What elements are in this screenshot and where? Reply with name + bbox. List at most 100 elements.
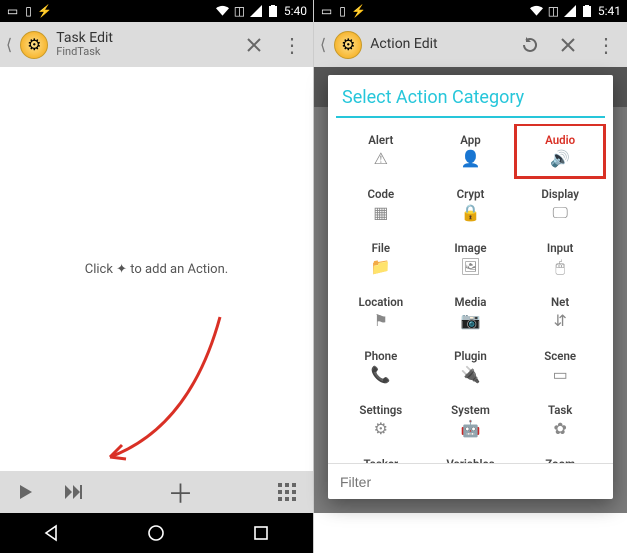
titlebar: ⟨ ⚙ Task Edit FindTask ⋮	[0, 22, 313, 67]
modal-overlay[interactable]: Select Action Category Alert⚠App👤Audio🔊C…	[314, 67, 627, 513]
category-icon: 🔊	[550, 149, 570, 168]
clock: 5:40	[284, 4, 307, 18]
category-label: File	[372, 241, 391, 255]
category-label: Image	[454, 241, 486, 255]
refresh-button[interactable]	[515, 30, 545, 60]
category-cell-location[interactable]: Location ⚑	[336, 286, 426, 340]
category-label: Code	[367, 187, 394, 201]
back-icon[interactable]: ⟨	[320, 35, 326, 54]
category-cell-plugin[interactable]: Plugin🔌	[426, 340, 516, 394]
category-label: Tasker	[364, 457, 399, 463]
play-button[interactable]	[10, 476, 42, 508]
category-icon: ⚑	[374, 311, 388, 330]
phone-right: ▭ ▯ ⚡ ◫ 5:41 ⟨ ⚙ Action Edit ⋮ S	[314, 0, 627, 553]
category-icon: 🖼	[460, 257, 480, 276]
nosim-icon: ◫	[233, 5, 246, 18]
category-cell-scene[interactable]: Scene▭	[515, 340, 605, 394]
back-icon[interactable]: ⟨	[6, 35, 12, 54]
overflow-menu-button[interactable]: ⋮	[277, 30, 307, 60]
empty-hint: Click ✦ to add an Action.	[85, 262, 228, 277]
battery-icon	[581, 5, 594, 18]
category-label: Phone	[364, 349, 397, 363]
category-cell-tasker[interactable]: Tasker⚡	[336, 448, 426, 463]
category-label: Scene	[544, 349, 576, 363]
category-cell-system[interactable]: System 🤖	[426, 394, 516, 448]
action-category-dialog: Select Action Category Alert⚠App👤Audio🔊C…	[328, 75, 613, 499]
category-label: Location	[358, 295, 403, 309]
category-cell-alert[interactable]: Alert⚠	[336, 124, 426, 178]
category-icon: 🔒	[461, 203, 481, 222]
bolt-icon: ⚡	[352, 5, 365, 18]
statusbar: ▭ ▯ ⚡ ◫ 5:41	[314, 0, 627, 22]
close-button[interactable]	[239, 30, 269, 60]
category-label: App	[460, 133, 480, 147]
category-cell-zoom[interactable]: ZoomZ	[515, 448, 605, 463]
clock: 5:41	[598, 4, 621, 18]
nav-home-button[interactable]	[136, 521, 176, 545]
battery-icon	[267, 5, 280, 18]
category-icon: 👤	[461, 149, 481, 168]
category-icon: ⚙	[374, 419, 388, 438]
category-cell-phone[interactable]: Phone📞	[336, 340, 426, 394]
category-icon: ⇵	[553, 311, 566, 330]
category-icon: ▦	[373, 203, 388, 222]
category-icon: 📷	[461, 311, 481, 330]
main-content: Click ✦ to add an Action.	[0, 67, 313, 471]
category-grid: Alert⚠ App 👤 Audio 🔊 Code ▦ Crypt 🔒 Display 🖵 File📁…	[328, 124, 613, 463]
category-label: Settings	[359, 403, 402, 417]
picture-icon: ▭	[6, 5, 19, 18]
bottom-toolbar: ＋	[0, 471, 313, 513]
screen-subtitle: FindTask	[56, 46, 113, 58]
category-cell-input[interactable]: Input 🖱	[515, 232, 605, 286]
category-cell-media[interactable]: Media 📷	[426, 286, 516, 340]
screen-title: Task Edit	[56, 31, 113, 46]
category-cell-file[interactable]: File📁	[336, 232, 426, 286]
screen-title: Action Edit	[370, 37, 437, 52]
category-label: Zoom	[545, 457, 575, 463]
category-label: System	[451, 403, 490, 417]
grid-view-button[interactable]	[271, 476, 303, 508]
add-action-button[interactable]: ＋	[165, 476, 197, 508]
signal-icon	[564, 5, 577, 18]
wifi-icon	[216, 5, 229, 18]
skip-button[interactable]	[58, 476, 90, 508]
phone-status-icon: ▯	[336, 5, 349, 18]
nosim-icon: ◫	[547, 5, 560, 18]
bolt-icon: ⚡	[38, 5, 51, 18]
category-cell-task[interactable]: Task✿	[515, 394, 605, 448]
category-label: Media	[455, 295, 487, 309]
filter-input[interactable]	[340, 474, 601, 490]
phone-left: ▭ ▯ ⚡ ◫ 5:40 ⟨ ⚙ Task Edit FindTask ⋮ Cl…	[0, 0, 314, 553]
category-cell-crypt[interactable]: Crypt 🔒	[426, 178, 516, 232]
category-cell-app[interactable]: App 👤	[426, 124, 516, 178]
category-cell-variables[interactable]: Variables✖	[426, 448, 516, 463]
category-label: Audio	[545, 133, 575, 147]
category-label: Display	[541, 187, 579, 201]
category-label: Input	[547, 241, 573, 255]
overflow-menu-button[interactable]: ⋮	[591, 30, 621, 60]
statusbar: ▭ ▯ ⚡ ◫ 5:40	[0, 0, 313, 22]
category-icon: 🖵	[552, 203, 567, 223]
tutorial-arrow-icon	[60, 307, 240, 477]
category-label: Net	[551, 295, 569, 309]
category-icon: ✿	[553, 419, 566, 438]
category-label: Crypt	[457, 187, 485, 201]
category-icon: 🤖	[461, 419, 481, 438]
nav-back-button[interactable]	[32, 521, 72, 545]
category-icon: 🖱	[555, 257, 565, 277]
wifi-icon	[530, 5, 543, 18]
category-label: Variables	[446, 457, 494, 463]
nav-recents-button[interactable]	[241, 521, 281, 545]
category-cell-display[interactable]: Display 🖵	[515, 178, 605, 232]
category-label: Alert	[368, 133, 393, 147]
category-cell-audio[interactable]: Audio 🔊	[515, 124, 605, 178]
category-cell-settings[interactable]: Settings ⚙	[336, 394, 426, 448]
picture-icon: ▭	[320, 5, 333, 18]
phone-status-icon: ▯	[22, 5, 35, 18]
tasker-icon: ⚙	[334, 31, 362, 59]
category-cell-image[interactable]: Image 🖼	[426, 232, 516, 286]
tasker-icon: ⚙	[20, 31, 48, 59]
category-cell-net[interactable]: Net ⇵	[515, 286, 605, 340]
category-cell-code[interactable]: Code ▦	[336, 178, 426, 232]
close-button[interactable]	[553, 30, 583, 60]
